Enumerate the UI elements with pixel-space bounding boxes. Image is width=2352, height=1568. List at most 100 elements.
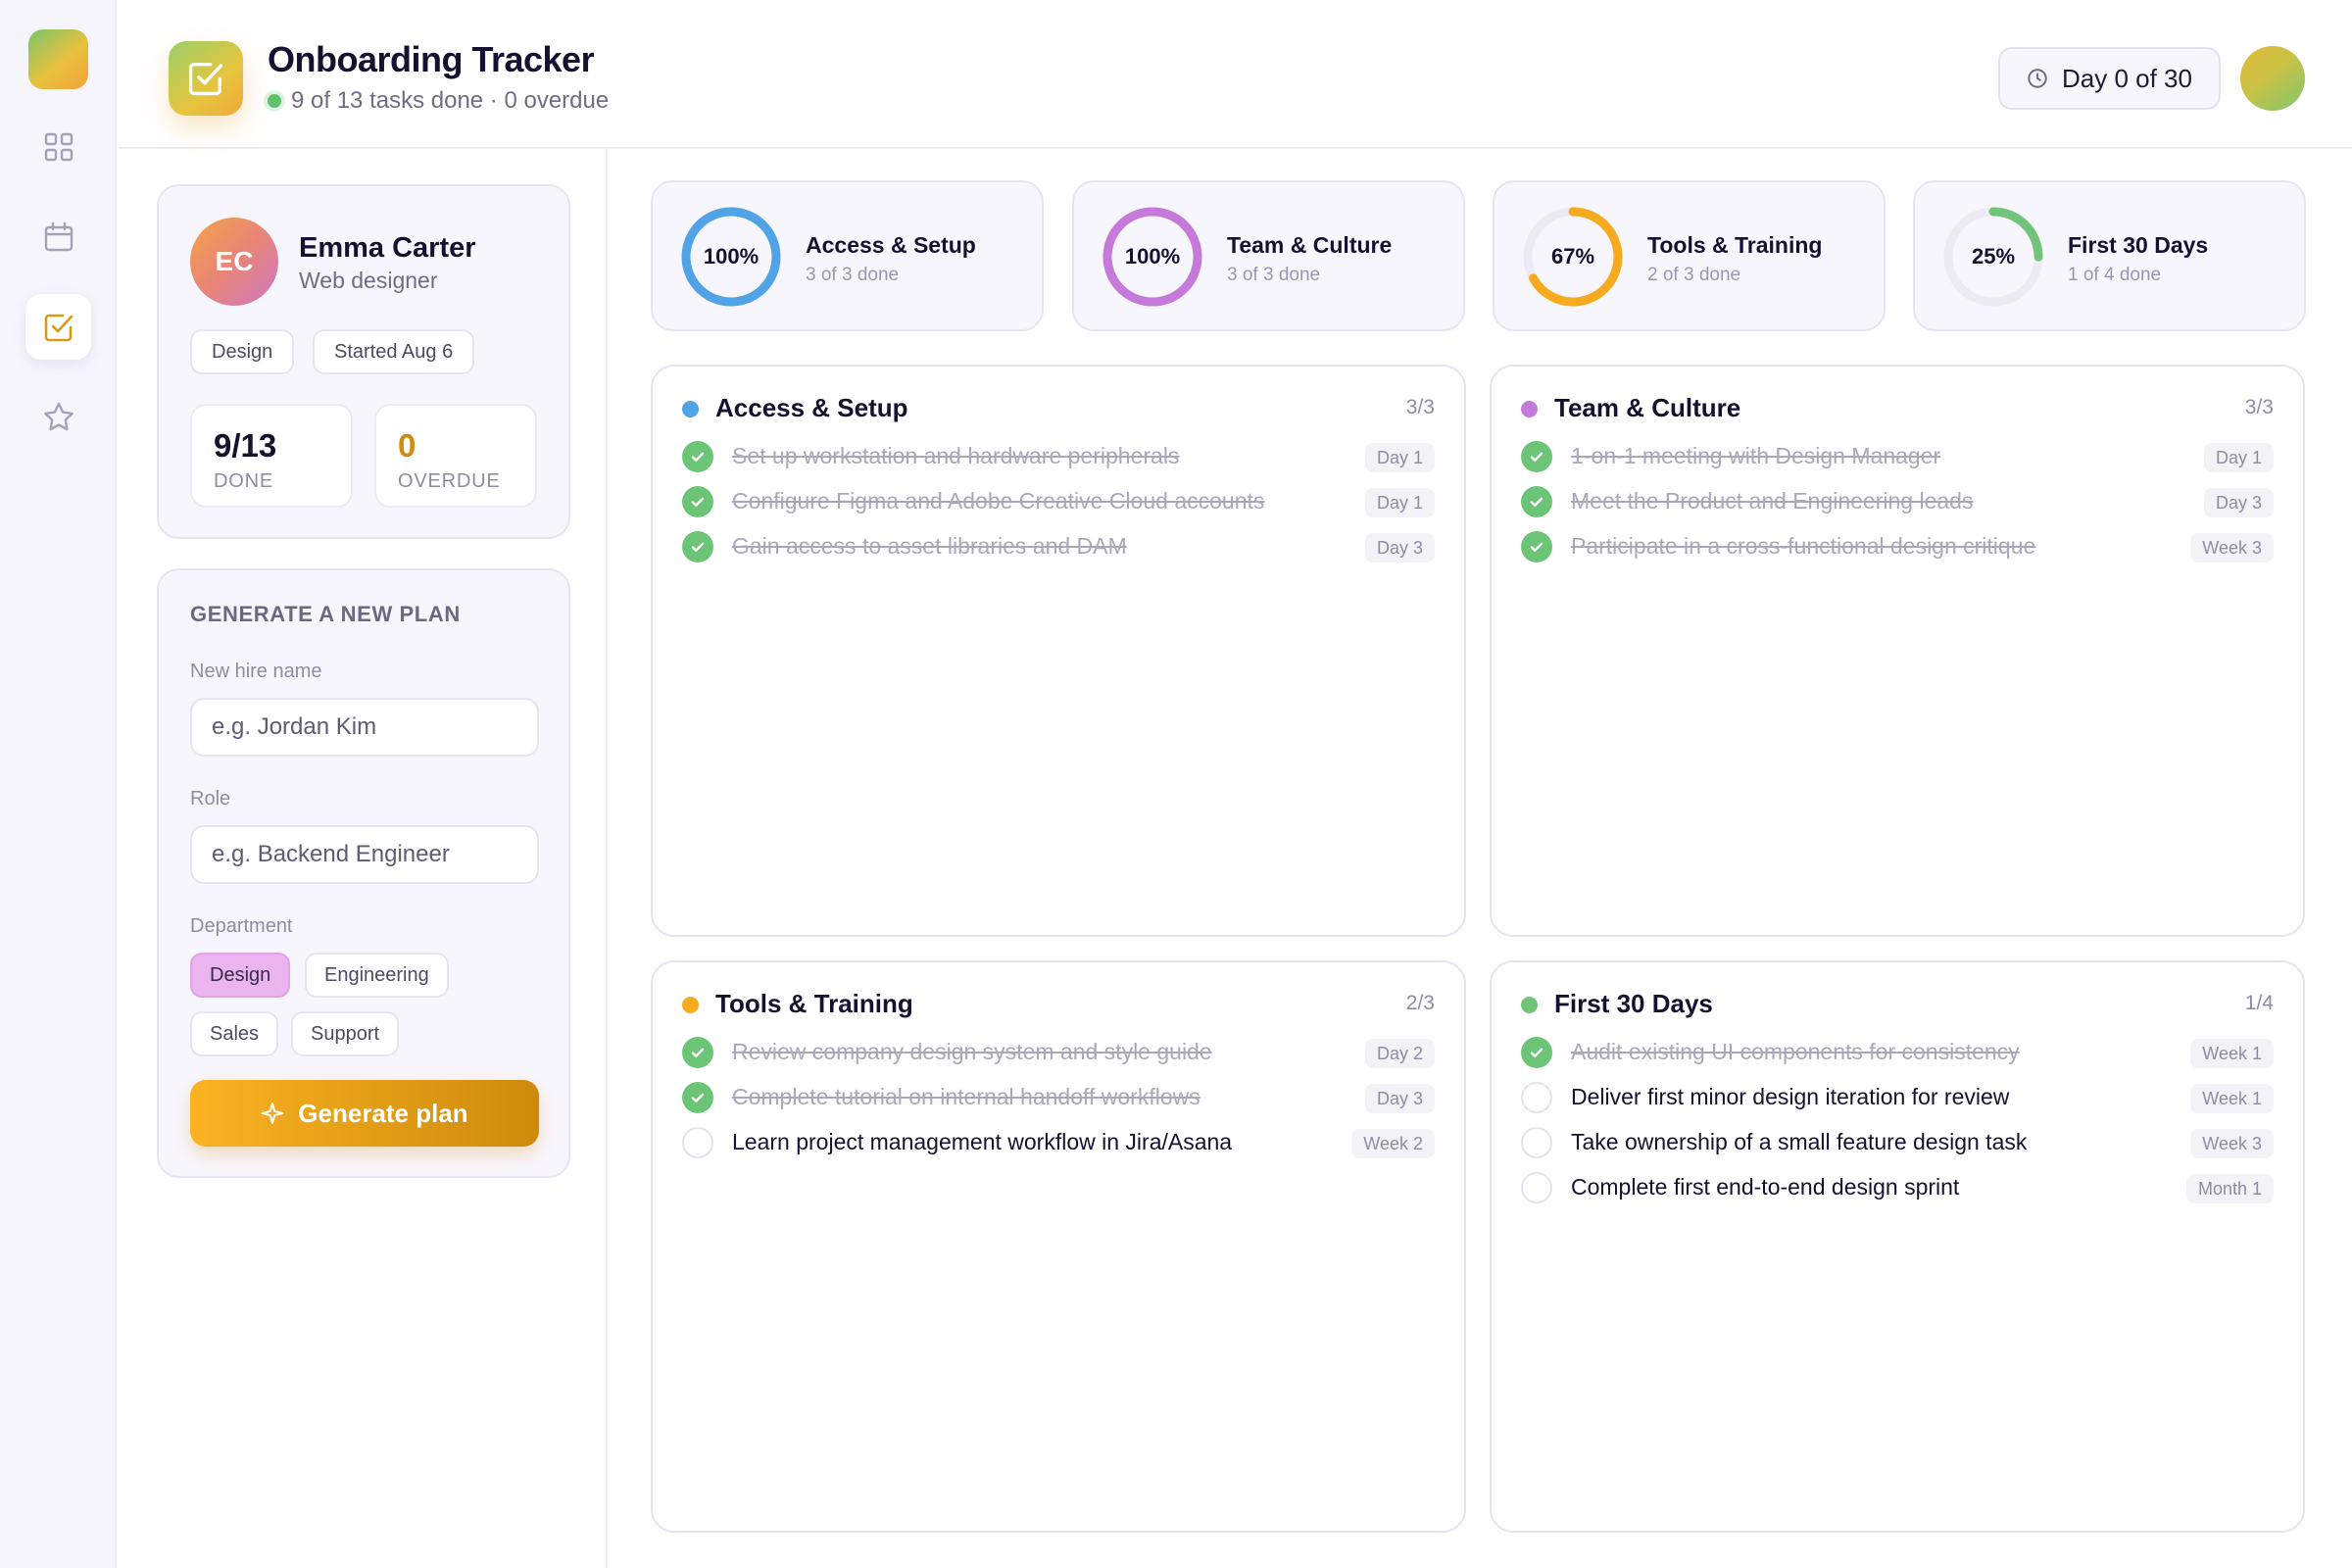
task-title[interactable]: Audit existing UI components for consist… — [1571, 1039, 2020, 1065]
generate-plan-card: GENERATE A NEW PLAN New hire name Role D… — [157, 568, 570, 1178]
category-color-dot — [1521, 401, 1538, 417]
task-checkbox[interactable] — [1521, 1127, 1552, 1158]
category-title: Tools & Training — [715, 989, 913, 1018]
task-row: Set up workstation and hardware peripher… — [682, 439, 1435, 474]
category-color-dot — [682, 401, 699, 417]
task-due-badge: Day 3 — [2203, 488, 2274, 517]
sparkle-icon — [262, 1102, 284, 1124]
task-row: Audit existing UI components for consist… — [1521, 1035, 2274, 1070]
department-option-engineering[interactable]: Engineering — [305, 953, 449, 998]
task-checkbox[interactable] — [1521, 1082, 1552, 1113]
left-rail — [0, 0, 117, 1568]
name-field-label: New hire name — [190, 661, 322, 682]
stat-overdue: 0 OVERDUE — [374, 404, 537, 508]
progress-summary-text: 9 of 13 tasks done · 0 overdue — [291, 87, 610, 114]
task-checkbox[interactable] — [1521, 531, 1552, 563]
summary-subtitle: 3 of 3 done — [806, 265, 900, 285]
task-row: Configure Figma and Adobe Creative Cloud… — [682, 484, 1435, 519]
stat-overdue-value: 0 — [398, 427, 416, 464]
summary-title: Tools & Training — [1647, 232, 1823, 258]
summary-percent: 67% — [1550, 244, 1595, 269]
chip-start-date: Started Aug 6 — [313, 329, 475, 374]
task-due-badge: Week 2 — [1351, 1129, 1435, 1158]
summary-card-team-culture[interactable]: 100% Team & Culture 3 of 3 done — [1072, 180, 1465, 331]
user-avatar[interactable] — [2240, 46, 2305, 111]
profile-card: EC Emma Carter Web designer Design Start… — [157, 184, 570, 539]
task-title[interactable]: Review company design system and style g… — [732, 1039, 1212, 1065]
role-input[interactable] — [190, 825, 539, 884]
task-checkbox[interactable] — [1521, 1037, 1552, 1068]
task-title[interactable]: Configure Figma and Adobe Creative Cloud… — [732, 488, 1264, 514]
category-title: Team & Culture — [1554, 393, 1741, 422]
task-due-badge: Week 3 — [2190, 1129, 2274, 1158]
task-title[interactable]: Deliver first minor design iteration for… — [1571, 1084, 2009, 1110]
category-title: Access & Setup — [715, 393, 908, 422]
task-title[interactable]: Participate in a cross-functional design… — [1571, 533, 2035, 560]
rail-item-favorites[interactable] — [25, 384, 91, 450]
task-row: Complete first end-to-end design sprint … — [1521, 1170, 2274, 1205]
clock-icon — [2028, 69, 2047, 88]
category-count: 1/4 — [2244, 992, 2274, 1014]
summary-subtitle: 1 of 4 done — [2068, 265, 2162, 285]
generate-plan-button[interactable]: Generate plan — [190, 1080, 539, 1147]
new-hire-name-input[interactable] — [190, 698, 539, 757]
task-title[interactable]: Meet the Product and Engineering leads — [1571, 488, 1973, 514]
task-title[interactable]: 1-on-1 meeting with Design Manager — [1571, 443, 1940, 469]
brand-logo[interactable] — [28, 29, 88, 89]
task-checkbox[interactable] — [682, 1127, 713, 1158]
generate-plan-label: Generate plan — [298, 1098, 468, 1128]
department-option-design[interactable]: Design — [190, 953, 291, 998]
rail-item-calendar[interactable] — [25, 204, 91, 270]
profile-role: Web designer — [299, 268, 438, 293]
task-row: Gain access to asset libraries and DAM D… — [682, 529, 1435, 564]
category-color-dot — [1521, 997, 1538, 1013]
check-icon — [691, 542, 705, 552]
star-icon — [43, 402, 74, 430]
task-title[interactable]: Complete tutorial on internal handoff wo… — [732, 1084, 1200, 1110]
department-field-label: Department — [190, 915, 293, 937]
progress-summary: 9 of 13 tasks done · 0 overdue — [268, 87, 609, 115]
task-title[interactable]: Take ownership of a small feature design… — [1571, 1129, 2027, 1155]
task-checkbox[interactable] — [682, 486, 713, 517]
task-row: Complete tutorial on internal handoff wo… — [682, 1080, 1435, 1115]
task-checkbox[interactable] — [682, 531, 713, 563]
role-field-label: Role — [190, 788, 231, 809]
stat-done: 9/13 DONE — [190, 404, 353, 508]
task-checkbox[interactable] — [682, 1037, 713, 1068]
summary-subtitle: 2 of 3 done — [1647, 265, 1741, 285]
rail-item-tasks[interactable] — [25, 294, 91, 360]
task-due-badge: Week 1 — [2190, 1039, 2274, 1068]
summary-card-tools-training[interactable]: 67% Tools & Training 2 of 3 done — [1493, 180, 1886, 331]
rail-item-dashboard[interactable] — [25, 114, 91, 179]
page-title: Onboarding Tracker — [268, 39, 595, 79]
task-checkbox[interactable] — [1521, 1172, 1552, 1203]
task-checkbox[interactable] — [1521, 441, 1552, 472]
check-icon — [691, 452, 705, 462]
task-title[interactable]: Set up workstation and hardware peripher… — [732, 443, 1179, 469]
checkbox-icon — [44, 314, 73, 341]
task-due-badge: Month 1 — [2185, 1174, 2274, 1203]
task-title[interactable]: Complete first end-to-end design sprint — [1571, 1174, 1959, 1200]
summary-card-access-setup[interactable]: 100% Access & Setup 3 of 3 done — [651, 180, 1044, 331]
task-title[interactable]: Learn project management workflow in Jir… — [732, 1129, 1232, 1155]
task-checkbox[interactable] — [1521, 486, 1552, 517]
category-card-first-30-days: First 30 Days 1/4 Audit existing UI compo… — [1490, 960, 2305, 1533]
summary-title: Team & Culture — [1227, 232, 1393, 258]
department-option-sales[interactable]: Sales — [190, 1011, 279, 1056]
check-icon — [1530, 497, 1544, 507]
task-title[interactable]: Gain access to asset libraries and DAM — [732, 533, 1127, 560]
task-checkbox[interactable] — [682, 1082, 713, 1113]
category-count: 3/3 — [2244, 396, 2274, 418]
department-option-support[interactable]: Support — [291, 1011, 400, 1056]
app-icon — [169, 41, 243, 116]
task-due-badge: Week 3 — [2190, 533, 2274, 563]
column-divider — [606, 149, 608, 1568]
summary-subtitle: 3 of 3 done — [1227, 265, 1321, 285]
task-checkbox[interactable] — [682, 441, 713, 472]
check-icon — [1530, 1048, 1544, 1057]
summary-card-first-30-days[interactable]: 25% First 30 Days 1 of 4 done — [1913, 180, 2306, 331]
check-icon — [691, 1093, 705, 1102]
category-card-tools-training: Tools & Training 2/3 Review company desig… — [651, 960, 1466, 1533]
day-counter[interactable]: Day 0 of 30 — [1998, 47, 2221, 110]
check-icon — [1530, 542, 1544, 552]
